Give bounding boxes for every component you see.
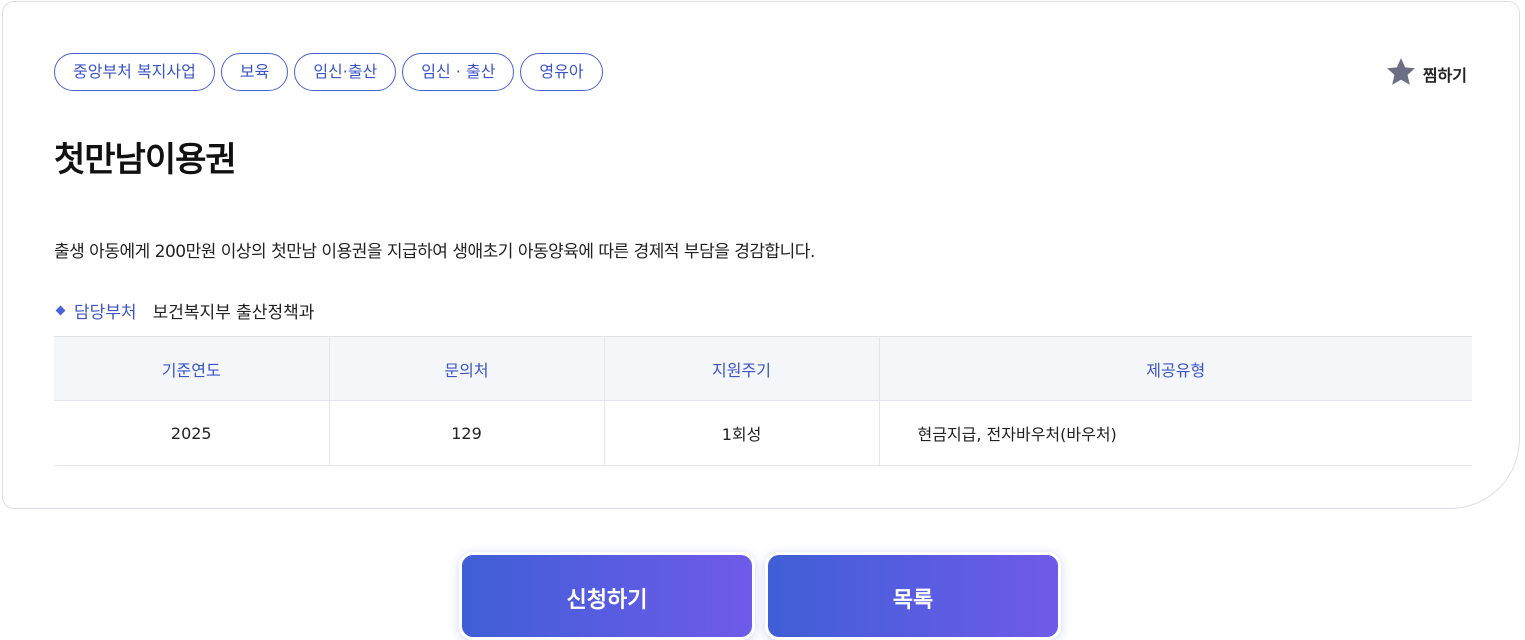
cell-contact: 129 xyxy=(329,400,605,466)
table-header-row: 기준연도 문의처 지원주기 제공유형 xyxy=(54,336,1472,401)
favorite-label: 찜하기 xyxy=(1422,66,1467,85)
service-detail-card: 중앙부처 복지사업 보육 임신·출산 임신 · 출산 영유아 찜하기 첫만남이용… xyxy=(2,1,1520,509)
star-icon xyxy=(1385,56,1417,92)
tag-infant[interactable]: 영유아 xyxy=(520,53,603,91)
department-row: 담당부처 보건복지부 출산정책과 xyxy=(54,298,314,323)
department-label: 담당부처 xyxy=(74,303,137,323)
tag-central-welfare[interactable]: 중앙부처 복지사업 xyxy=(54,53,215,91)
info-table: 기준연도 문의처 지원주기 제공유형 2025 129 1회성 현금지급, 전자… xyxy=(54,336,1472,466)
tag-list: 중앙부처 복지사업 보육 임신·출산 임신 · 출산 영유아 xyxy=(54,53,603,91)
cell-provision-type: 현금지급, 전자바우처(바우처) xyxy=(879,400,1472,466)
page-title: 첫만남이용권 xyxy=(54,140,237,180)
tag-pregnancy-birth-alt[interactable]: 임신 · 출산 xyxy=(402,53,515,91)
favorite-button[interactable]: 찜하기 xyxy=(1385,56,1467,92)
action-buttons: 신청하기 목록 xyxy=(459,552,1061,640)
service-description: 출생 아동에게 200만원 이상의 첫만남 이용권을 지급하여 생애초기 아동양… xyxy=(54,242,815,262)
table-row: 2025 129 1회성 현금지급, 전자바우처(바우처) xyxy=(54,400,1472,466)
cell-base-year: 2025 xyxy=(54,400,330,466)
list-button[interactable]: 목록 xyxy=(765,552,1061,640)
apply-button[interactable]: 신청하기 xyxy=(459,552,755,640)
cell-support-cycle: 1회성 xyxy=(604,400,880,466)
header-base-year: 기준연도 xyxy=(54,336,330,401)
tag-childcare[interactable]: 보육 xyxy=(220,53,289,91)
header-provision-type: 제공유형 xyxy=(879,336,1472,401)
diamond-bullet-icon xyxy=(55,305,66,316)
department-value: 보건복지부 출산정책과 xyxy=(152,303,315,323)
tag-pregnancy-birth[interactable]: 임신·출산 xyxy=(294,53,397,91)
header-contact: 문의처 xyxy=(329,336,605,401)
header-support-cycle: 지원주기 xyxy=(604,336,880,401)
